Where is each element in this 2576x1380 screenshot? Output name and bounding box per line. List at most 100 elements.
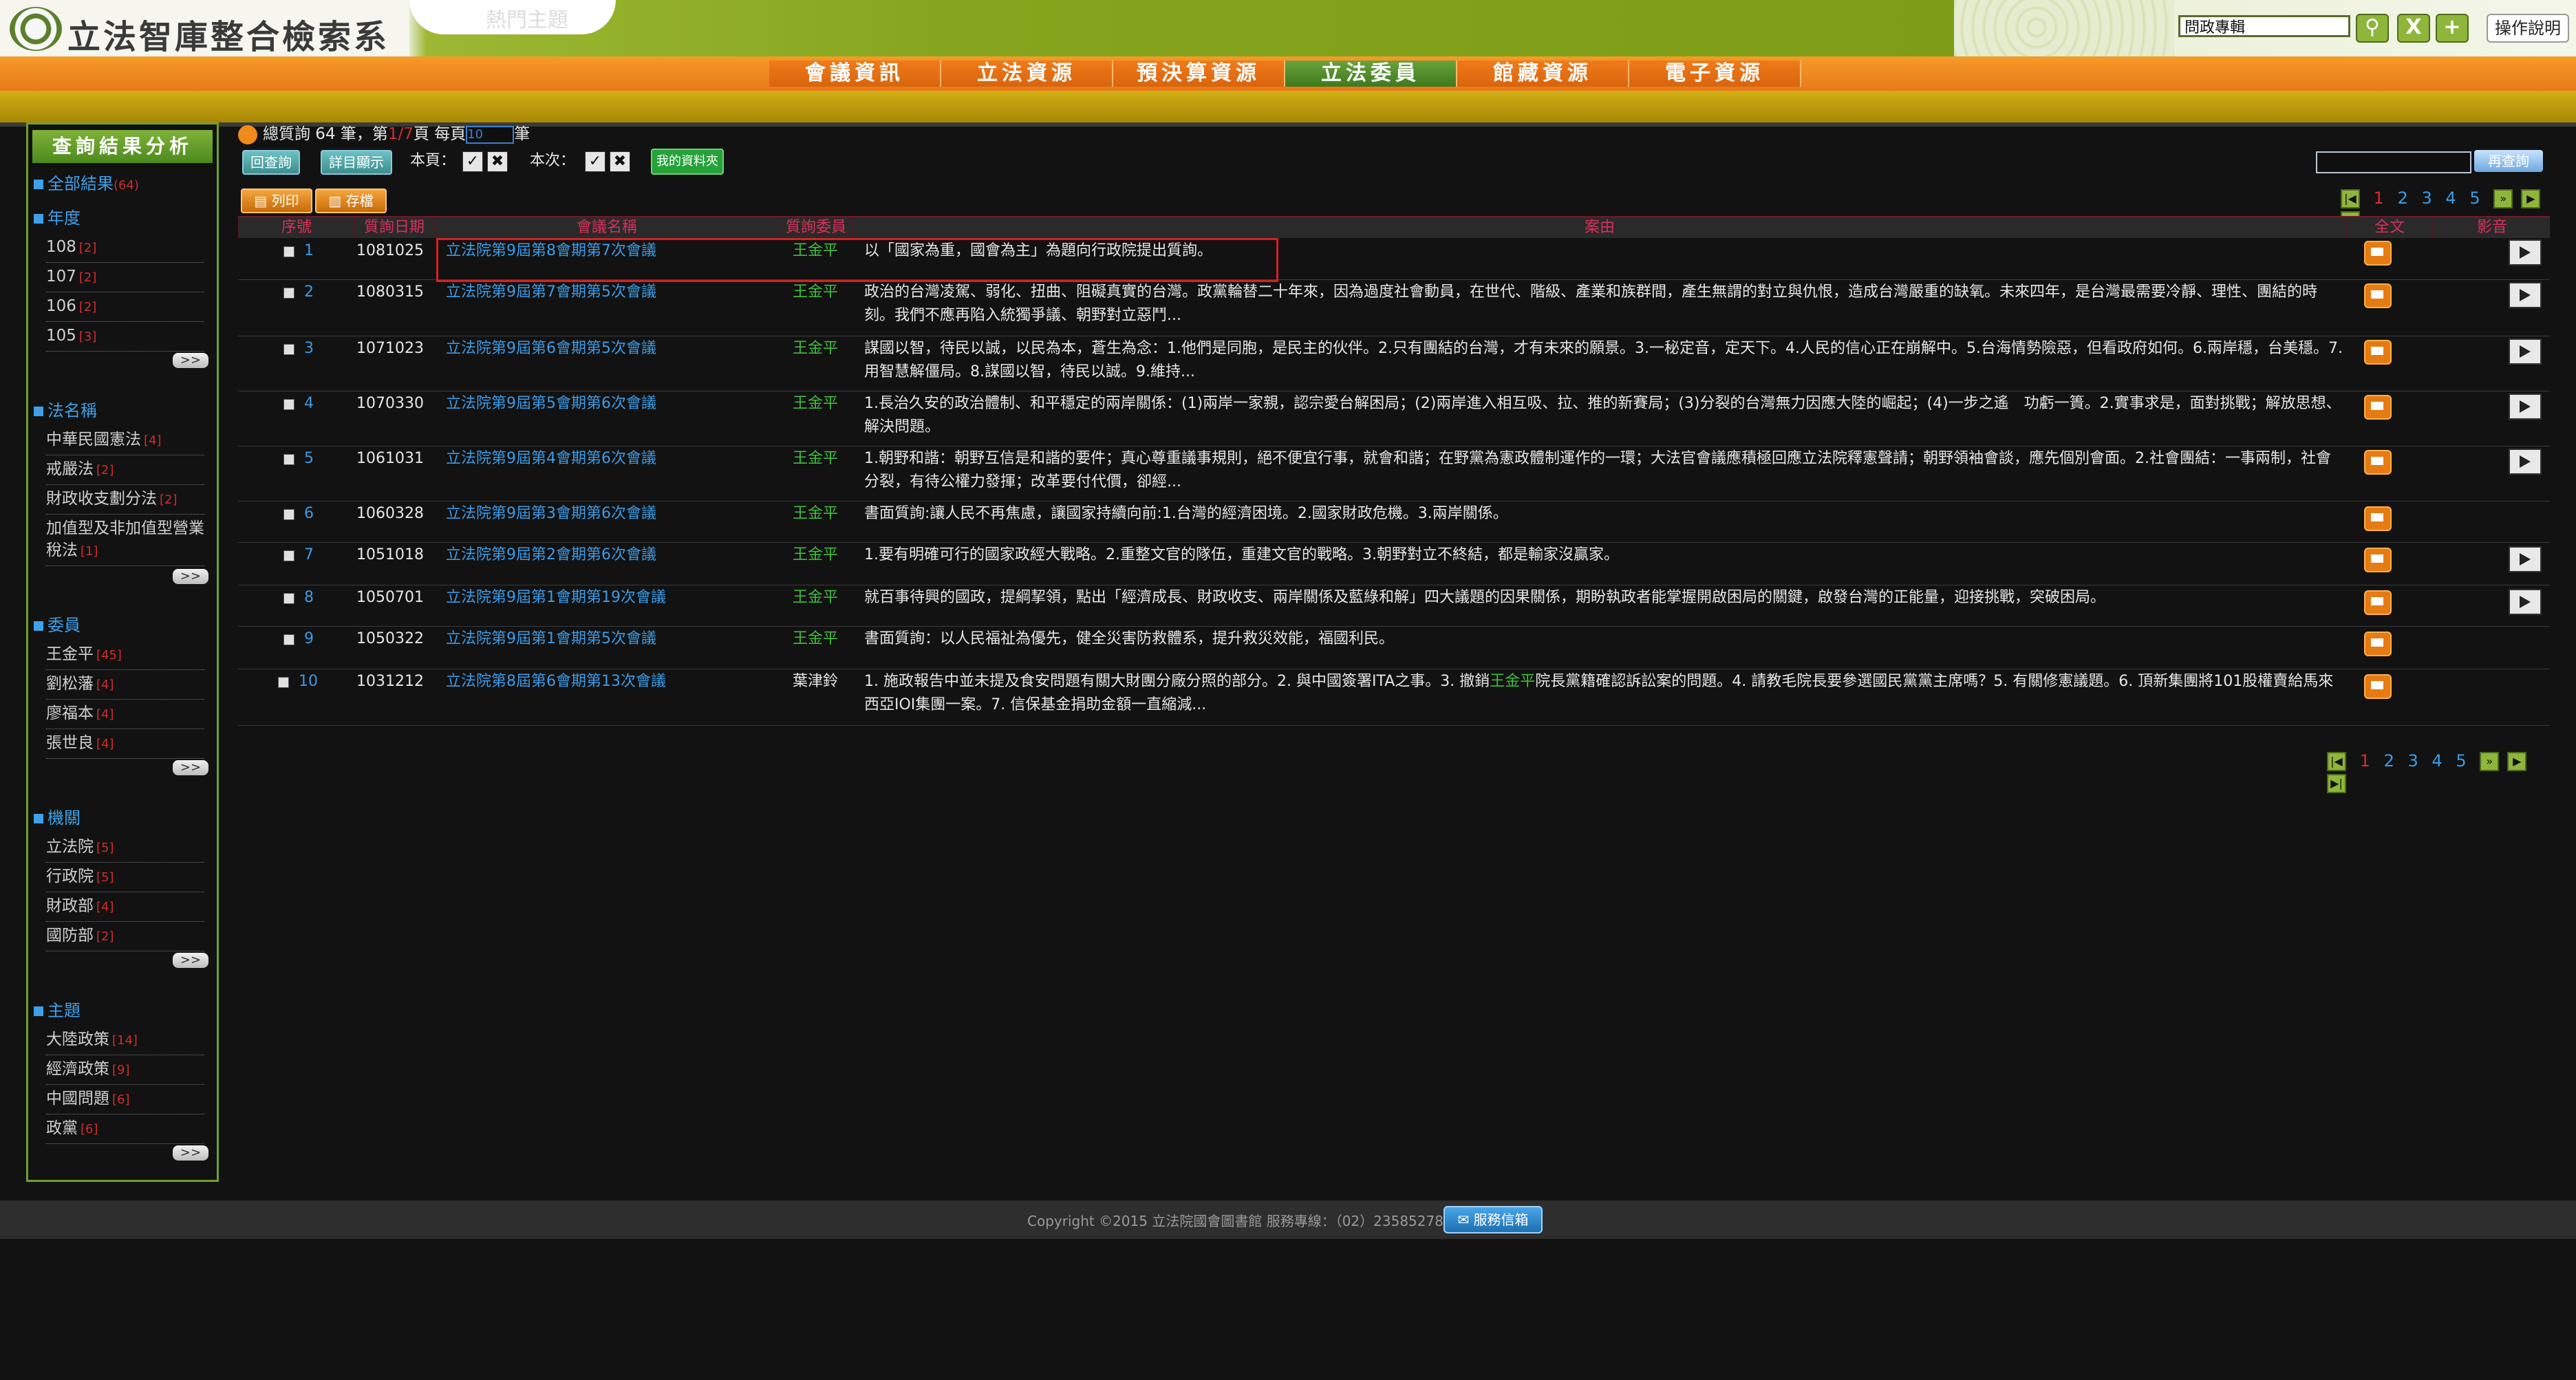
row-meeting-link[interactable]: 立法院第9屆第4會期第6次會議: [446, 447, 656, 471]
next-page-icon[interactable]: ▶: [2507, 752, 2527, 771]
row-checkbox[interactable]: [283, 399, 294, 410]
row-checkbox[interactable]: [283, 246, 294, 257]
search-input[interactable]: 問政專輯: [2178, 15, 2350, 37]
more-law-button[interactable]: >>: [173, 569, 208, 584]
row-meeting-link[interactable]: 立法院第9屆第6會期第5次會議: [446, 337, 656, 360]
video-play-icon[interactable]: [2509, 239, 2542, 266]
video-play-icon[interactable]: [2509, 589, 2542, 615]
sidebar-item-member-4[interactable]: 張世良 [4]: [46, 732, 204, 759]
sidebar-item-topic-2[interactable]: 經濟政策 [9]: [46, 1058, 204, 1085]
back-to-search-button[interactable]: 回查詢: [242, 150, 300, 175]
print-button[interactable]: ▤ 列印: [241, 188, 312, 213]
pdf-document-icon[interactable]: [2364, 506, 2392, 531]
more-year-button[interactable]: >>: [173, 353, 208, 368]
row-checkbox[interactable]: [283, 550, 294, 561]
re-search-button[interactable]: 再查詢: [2474, 150, 2543, 172]
sidebar-item-topic-4[interactable]: 政黨 [6]: [46, 1117, 204, 1144]
pdf-document-icon[interactable]: [2364, 450, 2392, 475]
row-number[interactable]: 7: [304, 543, 314, 567]
nav-budget-resources[interactable]: 預決算資源: [1113, 61, 1285, 87]
row-number[interactable]: 2: [304, 281, 314, 304]
row-checkbox[interactable]: [283, 344, 294, 355]
row-meeting-link[interactable]: 立法院第8屆第6會期第13次會議: [446, 670, 666, 693]
nav-meeting-info[interactable]: 會議資訊: [769, 61, 941, 87]
clear-page-x-icon[interactable]: ✖: [487, 151, 508, 172]
sidebar-item-agency-4[interactable]: 國防部 [2]: [46, 925, 204, 951]
row-number[interactable]: 10: [299, 670, 318, 693]
page-5[interactable]: 5: [2456, 750, 2466, 772]
select-page-check-icon[interactable]: ✓: [462, 151, 483, 172]
sidebar-item-law-2[interactable]: 戒嚴法 [2]: [46, 458, 204, 485]
row-number[interactable]: 1: [304, 239, 314, 263]
pdf-document-icon[interactable]: [2364, 674, 2392, 699]
page-2[interactable]: 2: [2398, 187, 2408, 209]
pdf-document-icon[interactable]: [2364, 340, 2392, 365]
row-meeting-link[interactable]: 立法院第9屆第5會期第6次會議: [446, 392, 656, 416]
page-3[interactable]: 3: [2407, 750, 2418, 772]
row-number[interactable]: 4: [304, 392, 314, 416]
per-page-input[interactable]: 10: [466, 125, 515, 144]
sidebar-item-member-3[interactable]: 廖福本 [4]: [46, 702, 204, 729]
sidebar-item-law-3[interactable]: 財政收支劃分法 [2]: [46, 488, 204, 515]
nav-legislative-resources[interactable]: 立法資源: [941, 61, 1113, 87]
pdf-document-icon[interactable]: [2364, 590, 2392, 615]
page-5[interactable]: 5: [2469, 187, 2480, 209]
row-checkbox[interactable]: [283, 454, 294, 465]
next-group-icon[interactable]: »: [2493, 189, 2513, 208]
more-member-button[interactable]: >>: [173, 760, 208, 775]
first-page-icon[interactable]: |◀: [2327, 752, 2346, 771]
page-4[interactable]: 4: [2432, 750, 2442, 772]
row-number[interactable]: 6: [304, 502, 314, 526]
detail-view-button[interactable]: 詳目顯示: [321, 150, 392, 175]
row-checkbox[interactable]: [283, 634, 294, 645]
search-button[interactable]: ⚲: [2356, 14, 2389, 43]
my-folder-button[interactable]: 我的資料夾: [651, 149, 724, 175]
video-play-icon[interactable]: [2509, 449, 2542, 475]
sidebar-item-agency-2[interactable]: 行政院 [5]: [46, 865, 204, 892]
more-agency-button[interactable]: >>: [173, 953, 208, 968]
page-1[interactable]: 1: [2360, 750, 2370, 772]
select-all-check-icon[interactable]: ✓: [585, 151, 605, 172]
page-2[interactable]: 2: [2384, 750, 2394, 772]
sidebar-item-agency-3[interactable]: 財政部 [4]: [46, 895, 204, 922]
sidebar-item-member-2[interactable]: 劉松藩 [4]: [46, 673, 204, 700]
sidebar-item-agency-1[interactable]: 立法院 [5]: [46, 836, 204, 863]
next-page-icon[interactable]: ▶: [2521, 189, 2541, 208]
row-number[interactable]: 9: [304, 627, 314, 651]
sidebar-item-year-107[interactable]: 107 [2]: [46, 266, 204, 292]
video-play-icon[interactable]: [2509, 393, 2542, 420]
page-4[interactable]: 4: [2445, 187, 2456, 209]
pdf-document-icon[interactable]: [2364, 241, 2392, 266]
row-meeting-link[interactable]: 立法院第9屆第1會期第19次會議: [446, 586, 666, 610]
pdf-document-icon[interactable]: [2364, 632, 2392, 656]
row-number[interactable]: 8: [304, 586, 314, 610]
page-3[interactable]: 3: [2421, 187, 2432, 209]
sidebar-item-law-1[interactable]: 中華民國憲法 [4]: [46, 429, 204, 455]
all-results-link[interactable]: 全部結果(64): [34, 170, 139, 194]
more-topic-button[interactable]: >>: [173, 1145, 208, 1161]
page-1[interactable]: 1: [2374, 187, 2384, 209]
row-checkbox[interactable]: [278, 677, 289, 688]
sidebar-item-year-108[interactable]: 108 [2]: [46, 236, 204, 263]
sidebar-item-year-106[interactable]: 106 [2]: [46, 295, 204, 322]
video-play-icon[interactable]: [2509, 546, 2542, 572]
nav-legislators[interactable]: 立法委員: [1285, 61, 1457, 87]
row-number[interactable]: 3: [304, 337, 314, 360]
clear-all-x-icon[interactable]: ✖: [610, 151, 630, 172]
row-meeting-link[interactable]: 立法院第9屆第7會期第5次會議: [446, 281, 656, 304]
row-meeting-link[interactable]: 立法院第9屆第2會期第6次會議: [446, 543, 656, 567]
row-checkbox[interactable]: [283, 288, 294, 299]
next-group-icon[interactable]: »: [2480, 752, 2500, 771]
help-button[interactable]: 操作說明: [2487, 14, 2569, 43]
nav-electronic-resources[interactable]: 電子資源: [1629, 61, 1801, 87]
last-page-icon[interactable]: ▶|: [2327, 774, 2346, 793]
add-button[interactable]: +: [2436, 14, 2469, 43]
re-search-input[interactable]: [2316, 151, 2471, 173]
row-checkbox[interactable]: [283, 593, 294, 604]
row-meeting-link[interactable]: 立法院第9屆第1會期第5次會議: [446, 627, 656, 651]
video-play-icon[interactable]: [2509, 338, 2542, 365]
row-meeting-link[interactable]: 立法院第9屆第3會期第6次會議: [446, 502, 656, 526]
sidebar-item-topic-3[interactable]: 中國問題 [6]: [46, 1088, 204, 1114]
row-number[interactable]: 5: [304, 447, 314, 471]
hot-topic-link[interactable]: 熱門主題: [486, 3, 568, 33]
